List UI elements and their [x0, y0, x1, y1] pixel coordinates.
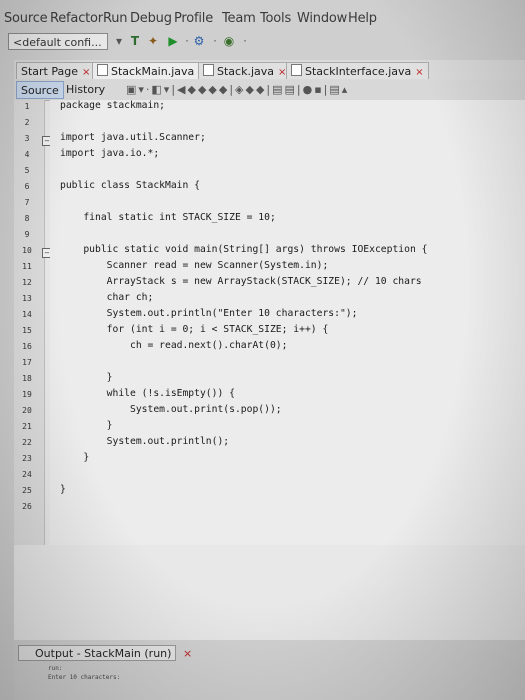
line-number: 16	[22, 342, 32, 351]
code-line: }	[60, 452, 90, 463]
line-number: 19	[22, 390, 32, 399]
line-number: 4	[24, 150, 30, 159]
tab-stack[interactable]: Stack.java ×	[198, 62, 292, 79]
line-number: 6	[24, 182, 30, 191]
line-number: 7	[24, 198, 30, 207]
line-number: 20	[22, 406, 32, 415]
tab-label: Stack.java	[217, 65, 274, 78]
profile-icon[interactable]: ◉	[222, 34, 236, 48]
line-number: 1	[24, 102, 30, 111]
profile-dropdown-icon[interactable]: ·	[238, 34, 252, 48]
tab-stackmain[interactable]: StackMain.java×	[92, 62, 212, 79]
editor-action-icons[interactable]: ▣▾·◧▾|◀◆◆◆◆|◈◆◆|▤▤|●▪|▤▴	[126, 83, 349, 96]
line-number: 2	[24, 118, 30, 127]
java-file-icon	[97, 64, 108, 76]
line-number: 18	[22, 374, 32, 383]
debug-dropdown-icon[interactable]: ·	[208, 34, 222, 48]
line-number: 5	[24, 166, 30, 175]
close-icon[interactable]: ×	[183, 647, 192, 660]
code-line: package stackmain;	[60, 100, 165, 111]
output-panel: Output - StackMain (run) × run: Enter 10…	[14, 640, 525, 700]
output-line: Enter 10 characters:	[48, 674, 121, 681]
menu-debug[interactable]: Debug	[130, 11, 172, 26]
line-number: 11	[22, 262, 32, 271]
menu-source[interactable]: Source	[4, 11, 48, 26]
code-line: }	[60, 420, 113, 431]
tab-history[interactable]: History	[62, 81, 109, 99]
code-editor[interactable]: package stackmain; import java.util.Scan…	[50, 100, 525, 545]
line-number: 25	[22, 486, 32, 495]
line-number: 23	[22, 454, 32, 463]
menu-bar: Source Refactor Run Debug Profile Team T…	[0, 6, 525, 30]
code-line: ch = read.next().charAt(0);	[60, 340, 288, 351]
chevron-down-icon[interactable]: ▾	[112, 34, 126, 48]
code-line: System.out.println();	[60, 436, 230, 447]
code-line: System.out.print(s.pop());	[60, 404, 282, 415]
code-line: final static int STACK_SIZE = 10;	[60, 212, 276, 223]
line-number: 14	[22, 310, 32, 319]
menu-team[interactable]: Team	[222, 11, 256, 26]
code-line: }	[60, 372, 113, 383]
hammer-icon[interactable]: T	[128, 34, 142, 48]
code-line: char ch;	[60, 292, 154, 303]
line-number: 12	[22, 278, 32, 287]
tab-label: Start Page	[21, 65, 78, 78]
line-number: 21	[22, 422, 32, 431]
line-number: 13	[22, 294, 32, 303]
line-number: 26	[22, 502, 32, 511]
line-number: 8	[24, 214, 30, 223]
close-icon[interactable]: ×	[82, 67, 90, 78]
menu-profile[interactable]: Profile	[174, 11, 213, 26]
menu-refactor[interactable]: Refactor	[50, 11, 103, 26]
line-number: 10	[22, 246, 32, 255]
close-icon[interactable]: ×	[415, 67, 423, 78]
main-toolbar: <default confi... ▾ T ✦ ▶ · ⚙ · ◉ ·	[0, 32, 525, 54]
code-line: import java.io.*;	[60, 148, 160, 159]
line-number: 24	[22, 470, 32, 479]
editor-window: Start Page× StackMain.java× Stack.java× …	[14, 60, 525, 640]
tab-source[interactable]: Source	[16, 81, 64, 99]
clean-build-icon[interactable]: ✦	[146, 34, 160, 48]
tab-label: Output - StackMain (run)	[35, 647, 172, 660]
java-file-icon	[203, 64, 214, 76]
code-line: for (int i = 0; i < STACK_SIZE; i++) {	[60, 324, 329, 335]
tab-label: StackMain.java	[111, 65, 195, 78]
java-file-icon	[291, 64, 302, 76]
tab-start-page[interactable]: Start Page ×	[16, 62, 96, 79]
tab-stackinterface[interactable]: StackInterface.java ×	[286, 62, 429, 79]
code-line: public static void main(String[] args) t…	[60, 244, 428, 255]
code-line: ArrayStack s = new ArrayStack(STACK_SIZE…	[60, 276, 422, 287]
line-number: 15	[22, 326, 32, 335]
tab-label: StackInterface.java	[305, 65, 412, 78]
line-number: 9	[24, 230, 30, 239]
run-icon[interactable]: ▶	[166, 34, 180, 48]
menu-help[interactable]: Help	[348, 11, 377, 26]
code-line: while (!s.isEmpty()) {	[60, 388, 235, 399]
configuration-select[interactable]: <default confi...	[8, 33, 108, 50]
debug-icon[interactable]: ⚙	[192, 34, 206, 48]
menu-window[interactable]: Window	[297, 11, 347, 26]
output-line: run:	[48, 665, 63, 672]
code-line: public class StackMain {	[60, 180, 200, 191]
menu-tools[interactable]: Tools	[260, 11, 291, 26]
tab-output[interactable]: Output - StackMain (run) ×	[18, 645, 192, 661]
line-number: 3	[24, 134, 30, 143]
menu-run[interactable]: Run	[103, 11, 128, 26]
code-line: import java.util.Scanner;	[60, 132, 206, 143]
code-line: }	[60, 484, 66, 495]
editor-toolbar: Source History ▣▾·◧▾|◀◆◆◆◆|◈◆◆|▤▤|●▪|▤▴	[14, 80, 525, 101]
line-number: 22	[22, 438, 32, 447]
file-tab-bar: Start Page× StackMain.java× Stack.java× …	[14, 60, 525, 81]
line-number-gutter: 1 2 3 4 5 6 7 8 9 10 11 12 13 14 15 16 1…	[14, 100, 52, 545]
code-line: System.out.println("Enter 10 characters:…	[60, 308, 358, 319]
code-line: Scanner read = new Scanner(System.in);	[60, 260, 329, 271]
line-number: 17	[22, 358, 32, 367]
